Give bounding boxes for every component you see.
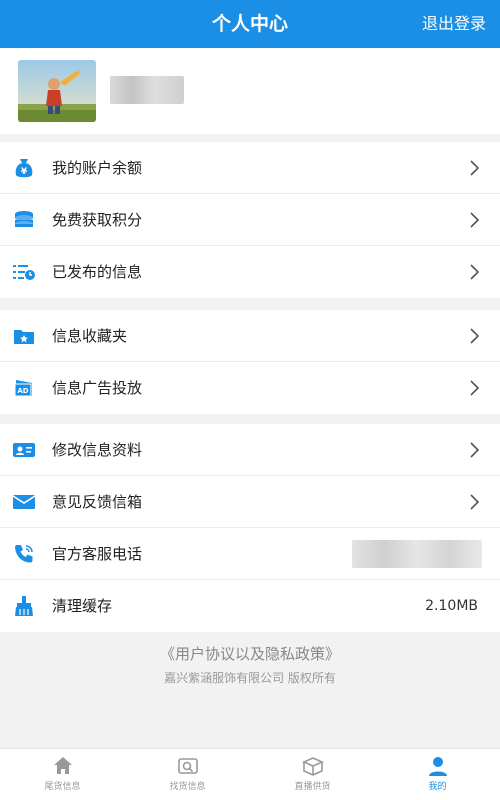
- tab-label: 找货信息: [169, 782, 206, 792]
- tab-mine[interactable]: 我的: [375, 749, 500, 800]
- list-clock-icon: [12, 261, 36, 283]
- menu-item-published[interactable]: 已发布的信息: [0, 246, 500, 298]
- menu-item-label: 官方客服电话: [52, 545, 143, 563]
- copyright-text: 嘉兴紫涵服饰有限公司 版权所有: [164, 671, 336, 685]
- tab-tail-goods[interactable]: 尾货信息: [0, 749, 125, 800]
- menu-item-feedback[interactable]: 意见反馈信箱: [0, 476, 500, 528]
- legal-footer: 《用户协议以及隐私政策》 嘉兴紫涵服饰有限公司 版权所有: [0, 640, 500, 688]
- menu-group-info: 信息收藏夹 AD 信息广告投放: [0, 310, 500, 414]
- money-bag-icon: ¥: [12, 157, 36, 179]
- broom-icon: [12, 595, 36, 617]
- tab-label: 我的: [428, 782, 447, 792]
- live-box-icon: [301, 757, 324, 776]
- menu-item-ads[interactable]: AD 信息广告投放: [0, 362, 500, 414]
- chevron-right-icon: [470, 380, 480, 396]
- policy-link[interactable]: 《用户协议以及隐私政策》: [0, 640, 500, 668]
- folder-star-icon: [12, 325, 36, 347]
- chevron-right-icon: [470, 328, 480, 344]
- top-bar: 个人中心 退出登录: [0, 0, 500, 48]
- phone-number-blurred: [352, 540, 482, 568]
- mail-icon: [12, 491, 36, 513]
- tab-label: 直播供货: [294, 782, 331, 792]
- chevron-right-icon: [470, 212, 480, 228]
- tab-label: 尾货信息: [44, 782, 81, 792]
- ad-card-icon: AD: [12, 377, 36, 399]
- chevron-right-icon: [470, 264, 480, 280]
- avatar[interactable]: [18, 60, 96, 122]
- avatar-image: [18, 60, 96, 122]
- tab-live-supply[interactable]: 直播供货: [250, 749, 375, 800]
- bottom-tab-bar: 尾货信息 找货信息 直播供货 我的: [0, 748, 500, 800]
- tab-find-goods[interactable]: 找货信息: [125, 749, 250, 800]
- menu-item-edit-profile[interactable]: 修改信息资料: [0, 424, 500, 476]
- menu-item-balance[interactable]: ¥ 我的账户余额: [0, 142, 500, 194]
- chevron-right-icon: [470, 160, 480, 176]
- menu-item-favorites[interactable]: 信息收藏夹: [0, 310, 500, 362]
- menu-item-label: 清理缓存: [52, 597, 113, 615]
- search-goods-icon: [177, 758, 198, 774]
- menu-item-earn-points[interactable]: 免费获取积分: [0, 194, 500, 246]
- profile-card[interactable]: [0, 48, 500, 134]
- menu-group-account: ¥ 我的账户余额 免费获取积分 已发布的信息: [0, 142, 500, 298]
- menu-item-label: 意见反馈信箱: [52, 493, 143, 511]
- coins-icon: [12, 209, 36, 231]
- menu-item-label: 免费获取积分: [52, 211, 143, 229]
- menu-item-label: 信息收藏夹: [52, 327, 128, 345]
- user-icon: [428, 757, 447, 776]
- menu-item-label: 已发布的信息: [52, 263, 143, 281]
- chevron-right-icon: [470, 494, 480, 510]
- menu-group-settings: 修改信息资料 意见反馈信箱 官方客服电话 清理缓存 2.10MB: [0, 424, 500, 632]
- id-card-icon: [12, 439, 36, 461]
- menu-item-clear-cache[interactable]: 清理缓存 2.10MB: [0, 580, 500, 632]
- home-icon: [53, 757, 72, 774]
- logout-button[interactable]: 退出登录: [422, 0, 486, 48]
- svg-text:AD: AD: [17, 387, 28, 395]
- menu-item-service-phone[interactable]: 官方客服电话: [0, 528, 500, 580]
- username-blurred: [110, 76, 184, 104]
- svg-text:¥: ¥: [21, 167, 28, 177]
- menu-item-label: 修改信息资料: [52, 441, 143, 459]
- cache-size: 2.10MB: [425, 598, 478, 614]
- menu-item-label: 我的账户余额: [52, 159, 143, 177]
- phone-icon: [12, 543, 36, 565]
- chevron-right-icon: [470, 442, 480, 458]
- menu-item-label: 信息广告投放: [52, 379, 143, 397]
